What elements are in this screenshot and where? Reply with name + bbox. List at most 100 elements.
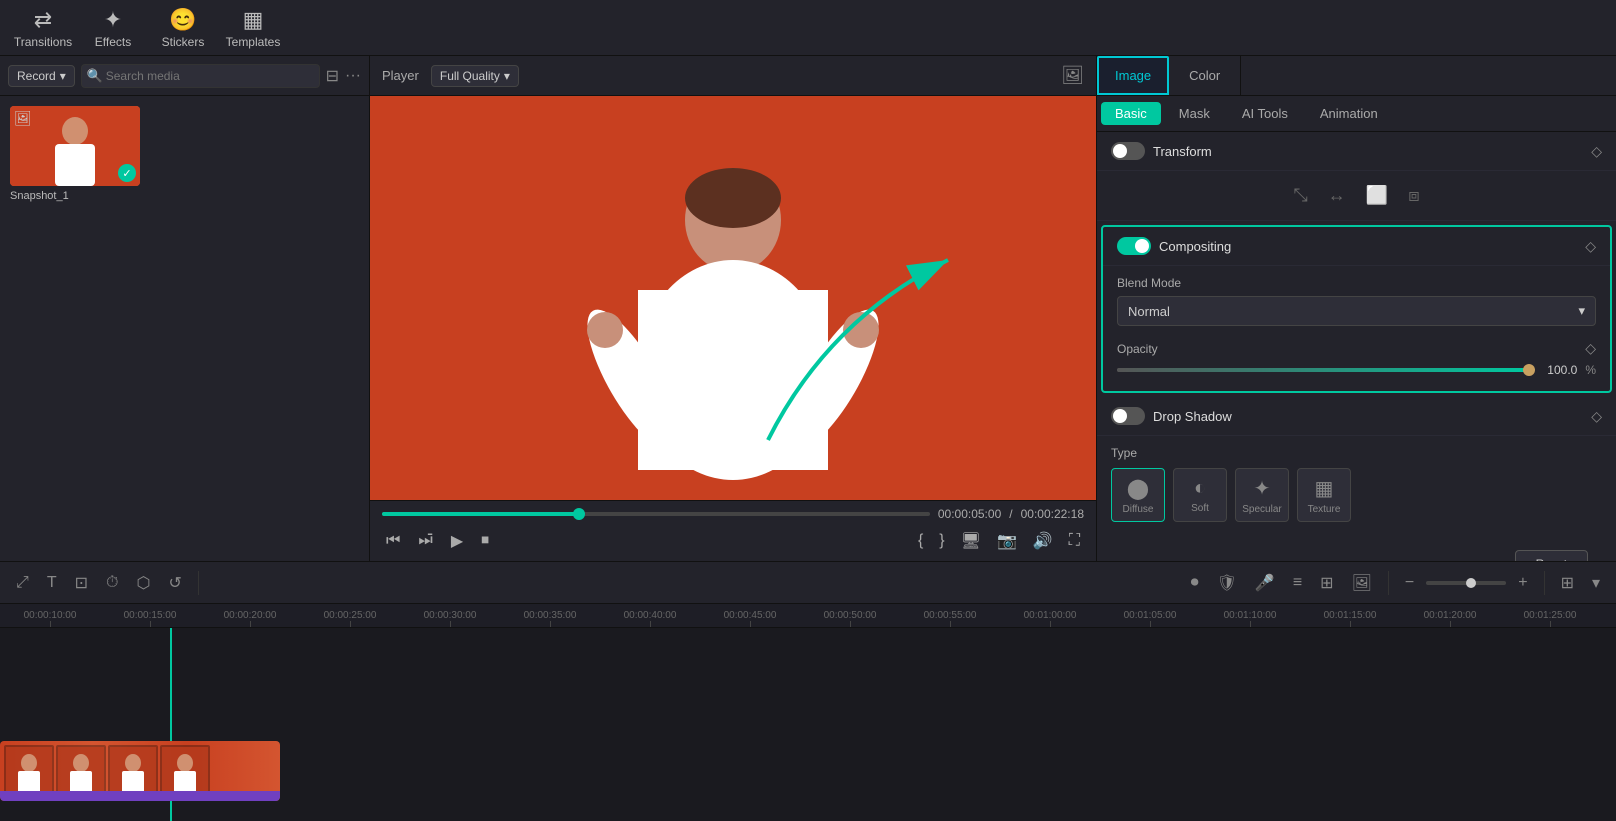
audio-button[interactable]: 🔊 [1029, 527, 1057, 555]
quality-label: Full Quality [440, 69, 500, 83]
shape-tool-button[interactable]: ⬡ [130, 569, 156, 597]
frame-back-button[interactable]: ⏭̄ [414, 528, 436, 554]
ds-diffuse-icon: ⬤ [1127, 476, 1149, 501]
zoom-in-button[interactable]: + [1512, 570, 1533, 596]
subtab-basic[interactable]: Basic [1101, 102, 1161, 125]
search-input[interactable] [81, 64, 320, 88]
ds-specular-icon: ✦ [1254, 476, 1271, 501]
rotate-tool-button[interactable]: ↺ [162, 569, 187, 597]
total-time: 00:00:22:18 [1021, 507, 1084, 521]
progress-thumb [573, 508, 585, 520]
mark-out-button[interactable]: } [935, 527, 948, 555]
search-wrapper: 🔍 [81, 64, 320, 88]
right-tabs-top: Image Color [1097, 56, 1616, 96]
subtab-mask[interactable]: Mask [1165, 102, 1224, 125]
skip-back-button[interactable]: ⏮ [382, 528, 404, 554]
fullscreen-button[interactable]: ⛶ [1065, 527, 1084, 555]
tab-image[interactable]: Image [1097, 56, 1169, 95]
compositing-keyframe-icon[interactable]: ◇ [1585, 238, 1596, 255]
monitor-button[interactable]: 🖥 [957, 527, 985, 555]
media-item[interactable]: ✓ 🖼 Snapshot_1 [10, 106, 140, 202]
ruler-mark: 00:00:10:00 [0, 610, 100, 627]
screenshot-icon[interactable]: 🖼 [1061, 65, 1084, 85]
record-label: Record [17, 69, 56, 83]
blend-mode-select[interactable]: Normal ▾ [1117, 296, 1596, 326]
ruler-mark: 00:00:30:00 [400, 610, 500, 627]
quality-dropdown[interactable]: Full Quality ▾ [431, 65, 519, 87]
transform-label: Transform [1153, 144, 1212, 159]
group-button[interactable]: ⊞ [1314, 569, 1339, 597]
stickers-button[interactable]: 😊 Stickers [148, 3, 218, 53]
opacity-slider-track[interactable] [1117, 368, 1529, 372]
transitions-button[interactable]: ⇄ Transitions [8, 3, 78, 53]
drop-shadow-toggle[interactable] [1111, 407, 1145, 425]
ds-option-texture[interactable]: ▦ Texture [1297, 468, 1351, 522]
controls-row: ⏮ ⏭̄ ▶ ⏹ { } 🖥 📷 🔊 ⛶ [382, 527, 1084, 555]
ds-type-label: Type [1111, 446, 1602, 460]
drop-shadow-section: Drop Shadow ◇ [1097, 397, 1616, 436]
ruler-mark: 00:00:20:00 [200, 610, 300, 627]
subtab-animation[interactable]: Animation [1306, 102, 1392, 125]
transform-icon-3[interactable]: ⬜ [1366, 185, 1388, 206]
subtab-ai-tools[interactable]: AI Tools [1228, 102, 1302, 125]
blend-chevron-icon: ▾ [1578, 303, 1585, 319]
video-track[interactable] [0, 741, 280, 801]
ds-option-soft[interactable]: ◐ Soft [1173, 468, 1227, 522]
time-separator: / [1009, 507, 1012, 521]
zoom-out-button[interactable]: − [1399, 570, 1420, 596]
ruler-mark: 00:00:45:00 [700, 610, 800, 627]
templates-button[interactable]: ▦ Templates [218, 3, 288, 53]
crop-tool-button[interactable]: ⊡ [69, 569, 94, 597]
transform-toggle[interactable] [1111, 142, 1145, 160]
transform-icon-2[interactable]: ↔ [1328, 185, 1346, 206]
opacity-keyframe-icon[interactable]: ◇ [1585, 340, 1596, 357]
transform-icon-4[interactable]: ⧈ [1408, 185, 1419, 206]
mark-in-button[interactable]: { [914, 527, 927, 555]
subtab-mask-label: Mask [1179, 106, 1210, 121]
grid-view-button[interactable]: ⊞ [1555, 569, 1580, 597]
track-frame-2 [56, 745, 106, 797]
filter-icon[interactable]: ⊟ [326, 66, 339, 86]
compositing-toggle[interactable] [1117, 237, 1151, 255]
transform-icon-1[interactable]: ⤡ [1293, 185, 1307, 206]
stop-button[interactable]: ⏹ [477, 528, 493, 554]
shield-button[interactable]: 🛡 [1211, 569, 1243, 597]
reset-button[interactable]: Reset [1515, 550, 1588, 561]
play-button[interactable]: ▶ [447, 527, 467, 555]
captions-button[interactable]: ≡ [1287, 570, 1308, 596]
zoom-slider[interactable] [1426, 581, 1506, 585]
more-options-button[interactable]: ▾ [1586, 569, 1606, 597]
ruler-mark: 00:00:55:00 [900, 610, 1000, 627]
templates-icon: ▦ [243, 7, 264, 33]
drop-shadow-label: Drop Shadow [1153, 409, 1232, 424]
transform-section-row: Transform ◇ [1097, 132, 1616, 171]
select-tool-button[interactable]: ⤢ [10, 570, 35, 596]
player-header: Player Full Quality ▾ 🖼 [370, 56, 1096, 96]
templates-label: Templates [226, 35, 281, 49]
ds-option-specular[interactable]: ✦ Specular [1235, 468, 1289, 522]
toolbar-separator-3 [1544, 571, 1545, 595]
image-tl-button[interactable]: 🖼 [1346, 569, 1378, 597]
ruler-mark: 00:00:40:00 [600, 610, 700, 627]
record-dropdown[interactable]: Record ▾ [8, 65, 75, 87]
timer-tool-button[interactable]: ⏱ [100, 570, 124, 596]
progress-track[interactable] [382, 512, 930, 516]
effects-button[interactable]: ✦ Effects [78, 3, 148, 53]
tab-color-label: Color [1189, 68, 1220, 83]
timeline-area: ⤢ T ⊡ ⏱ ⬡ ↺ ⏺ 🛡 🎤 ≡ ⊞ 🖼 − + ⊞ ▾ 00:00:10… [0, 561, 1616, 821]
transform-keyframe-icon[interactable]: ◇ [1591, 143, 1602, 160]
snapshot-button[interactable]: 📷 [993, 527, 1021, 555]
text-tool-button[interactable]: T [41, 570, 63, 596]
drop-shadow-type-area: Type ⬤ Diffuse ◐ Soft ✦ Specular [1097, 436, 1616, 532]
stickers-icon: 😊 [169, 7, 196, 33]
tab-color[interactable]: Color [1169, 56, 1241, 95]
ruler-mark: 00:00:35:00 [500, 610, 600, 627]
ruler-mark: 00:01:05:00 [1100, 610, 1200, 627]
opacity-area: Opacity ◇ 100.0 % [1103, 336, 1610, 391]
zoom-thumb [1466, 578, 1476, 588]
more-icon[interactable]: ··· [345, 67, 361, 85]
record-timeline-button[interactable]: ⏺ [1185, 570, 1205, 596]
mic-button[interactable]: 🎤 [1249, 569, 1281, 597]
drop-shadow-keyframe-icon[interactable]: ◇ [1591, 408, 1602, 425]
ds-option-diffuse[interactable]: ⬤ Diffuse [1111, 468, 1165, 522]
